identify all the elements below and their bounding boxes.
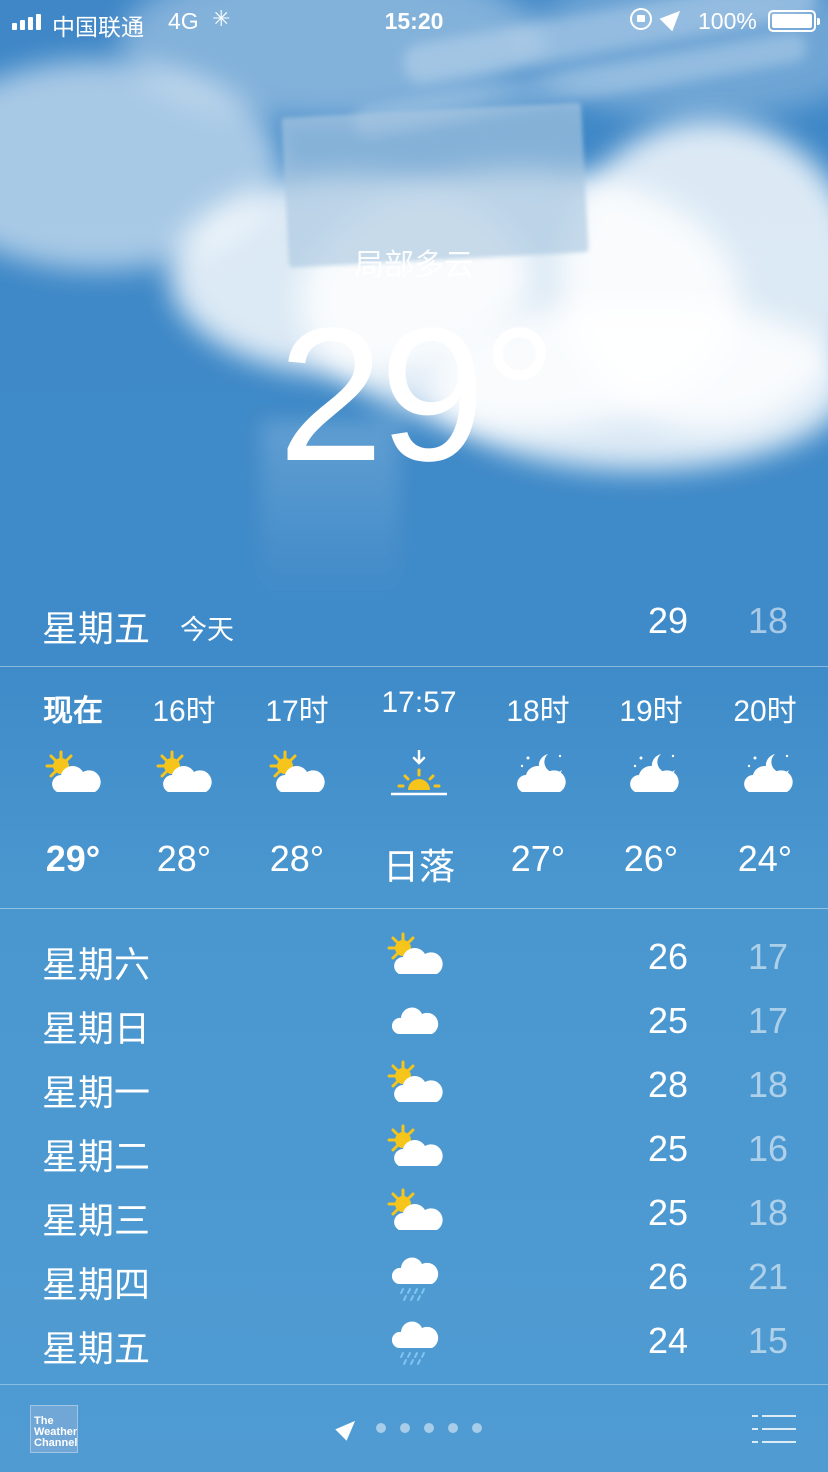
rain-icon <box>385 1316 445 1366</box>
partly-cloudy-day-icon <box>385 1188 445 1238</box>
day-name: 星期六 <box>42 945 151 986</box>
page-indicator[interactable] <box>335 1415 482 1441</box>
rain-icon <box>385 1252 445 1302</box>
day-name: 星期日 <box>42 1009 151 1050</box>
partly-cloudy-night-icon <box>735 750 795 800</box>
hour-time: 17时 <box>265 695 329 728</box>
page-dot <box>472 1423 482 1433</box>
today-low: 18 <box>747 600 788 641</box>
today-day: 星期五 <box>42 609 151 650</box>
list-icon-line <box>752 1441 758 1443</box>
list-icon-line <box>762 1415 796 1417</box>
hour-time: 19时 <box>619 695 683 728</box>
day-name: 星期四 <box>42 1265 151 1306</box>
day-low: 16 <box>747 1128 788 1169</box>
partly-cloudy-night-icon <box>508 750 568 800</box>
status-bar: 中国联通 4G ✳ 15:20 100% <box>0 0 828 42</box>
list-icon-line <box>752 1415 758 1417</box>
day-name: 星期二 <box>42 1137 151 1178</box>
cloud-icon <box>385 996 445 1046</box>
battery-icon <box>768 10 820 32</box>
partly-cloudy-day-icon <box>43 750 103 800</box>
day-low: 18 <box>747 1064 788 1105</box>
current-condition: 局部多云 <box>354 248 474 283</box>
daily-row: 星期日 25 17 <box>0 990 828 1054</box>
location-arrow-icon <box>335 1415 361 1441</box>
day-high: 26 <box>647 1256 688 1297</box>
day-high: 25 <box>647 1128 688 1169</box>
today-high: 29 <box>647 600 688 641</box>
day-high: 24 <box>647 1320 688 1361</box>
hour-temp: 日落 <box>382 846 455 887</box>
day-low: 15 <box>747 1320 788 1361</box>
day-high: 25 <box>647 1000 688 1041</box>
hour-time: 18时 <box>506 695 570 728</box>
hour-temp: 26° <box>623 838 679 879</box>
hour-time: 16时 <box>152 695 216 728</box>
page-dot <box>448 1423 458 1433</box>
weather-channel-logo[interactable]: The Weather Channel <box>30 1405 78 1453</box>
today-row: 星期五 今天 29 18 <box>0 590 828 654</box>
page-dot <box>400 1423 410 1433</box>
divider <box>0 666 828 667</box>
day-low: 17 <box>747 936 788 977</box>
hour-temp: 28° <box>269 838 325 879</box>
hour-time: 17:57 <box>381 686 457 719</box>
today-label: 今天 <box>180 615 234 646</box>
hour-time: 现在 <box>43 695 103 728</box>
hour-temp: 28° <box>156 838 212 879</box>
orientation-lock-icon <box>630 8 652 30</box>
partly-cloudy-day-icon <box>154 750 214 800</box>
partly-cloudy-night-icon <box>621 750 681 800</box>
partly-cloudy-day-icon <box>267 750 327 800</box>
day-low: 18 <box>747 1192 788 1233</box>
day-high: 28 <box>647 1064 688 1105</box>
battery-percentage: 100% <box>698 8 757 34</box>
partly-cloudy-day-icon <box>385 932 445 982</box>
hour-temp: 27° <box>510 838 566 879</box>
day-high: 25 <box>647 1192 688 1233</box>
daily-row: 星期五 24 15 <box>0 1310 828 1374</box>
daily-row: 星期四 26 21 <box>0 1246 828 1310</box>
hour-time: 20时 <box>733 695 797 728</box>
hour-temp: 29° <box>45 838 101 879</box>
day-low: 17 <box>747 1000 788 1041</box>
partly-cloudy-day-icon <box>385 1124 445 1174</box>
day-low: 21 <box>747 1256 788 1297</box>
sunset-icon <box>389 748 449 800</box>
partly-cloudy-day-icon <box>385 1060 445 1110</box>
daily-row: 星期三 25 18 <box>0 1182 828 1246</box>
divider <box>0 908 828 909</box>
day-name: 星期五 <box>42 1329 151 1370</box>
list-icon-line <box>762 1441 796 1443</box>
day-name: 星期三 <box>42 1201 151 1242</box>
current-temperature: 29° <box>278 289 557 501</box>
page-dot <box>424 1423 434 1433</box>
city-list-button[interactable] <box>752 1413 798 1445</box>
day-name: 星期一 <box>42 1073 151 1114</box>
list-icon-line <box>762 1428 796 1430</box>
day-high: 26 <box>647 936 688 977</box>
page-dot <box>376 1423 386 1433</box>
hour-temp: 24° <box>737 838 793 879</box>
daily-row: 星期一 28 18 <box>0 1054 828 1118</box>
hourly-forecast[interactable]: 现在 29° 16时 28° 17时 28° 17:57 日落 18时 27° … <box>0 668 828 908</box>
bottom-toolbar: The Weather Channel <box>0 1384 828 1472</box>
list-icon-line <box>752 1428 758 1430</box>
daily-row: 星期六 26 17 <box>0 926 828 990</box>
daily-row: 星期二 25 16 <box>0 1118 828 1182</box>
